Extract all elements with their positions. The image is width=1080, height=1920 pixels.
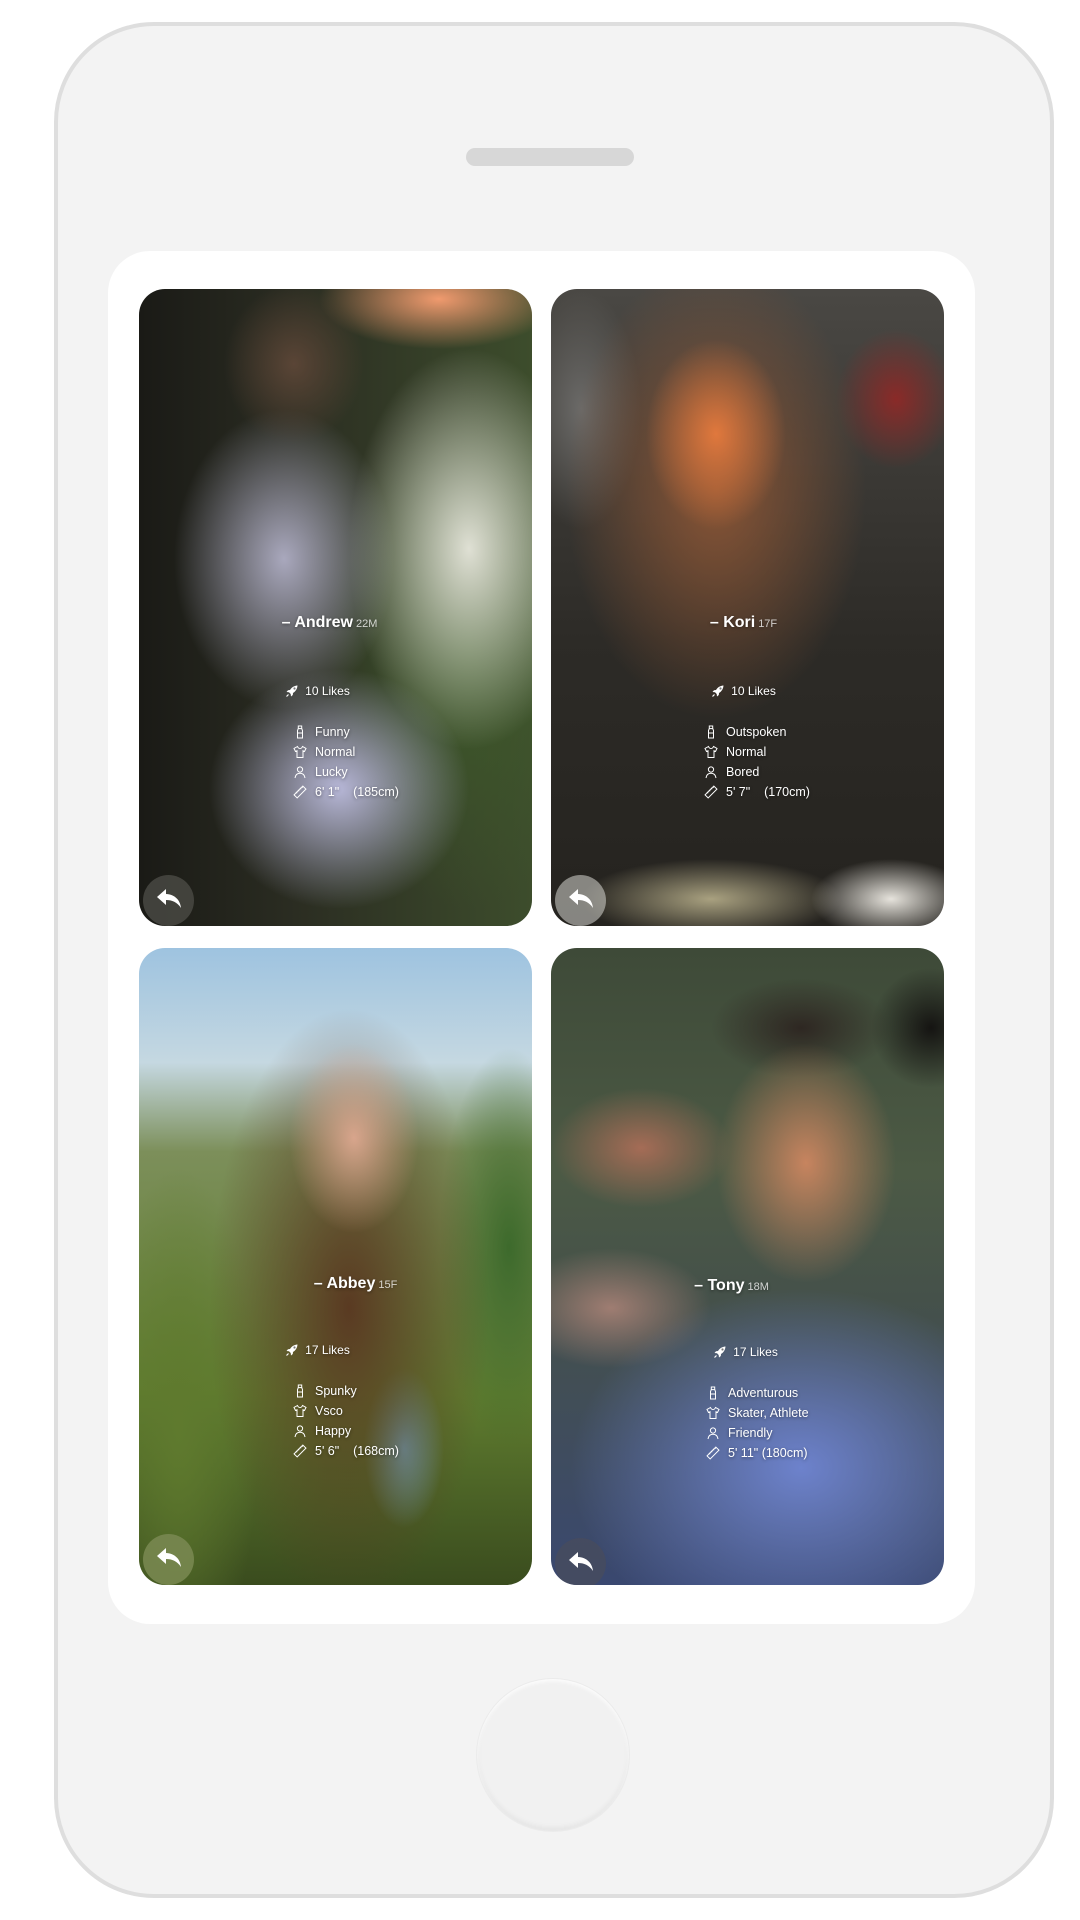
phone-speaker <box>466 148 634 166</box>
profile-age-gender: 15F <box>378 1279 398 1291</box>
attr-style: Normal <box>704 742 810 762</box>
likes-label: 17 Likes <box>305 1343 350 1357</box>
attr-mood: Friendly <box>706 1423 809 1443</box>
shirt-icon <box>704 745 718 759</box>
likes-label: 17 Likes <box>733 1345 778 1359</box>
profile-name-line: – Andrew 22M <box>139 613 526 634</box>
ruler-icon <box>293 1444 307 1458</box>
phone-frame: – Andrew 22M 10 Likes Funny Normal Lucky … <box>54 22 1054 1898</box>
profile-card-andrew[interactable]: – Andrew 22M 10 Likes Funny Normal Lucky … <box>139 289 532 926</box>
home-button[interactable] <box>477 1679 629 1831</box>
person-icon <box>704 765 718 779</box>
profile-info: – Andrew 22M 10 Likes Funny Normal Lucky … <box>139 289 532 926</box>
attr-height: 6' 1" (185cm) <box>293 782 399 802</box>
profile-name: – Abbey <box>313 1275 376 1292</box>
attr-personality: Funny <box>293 722 399 742</box>
likes-count: 10 Likes <box>139 683 514 699</box>
shirt-icon <box>293 1404 307 1418</box>
profile-name: – Tony <box>694 1277 745 1294</box>
rocket-icon <box>285 684 299 698</box>
profile-card-tony[interactable]: – Tony 18M 17 Likes Adventurous Skater, A… <box>551 948 944 1585</box>
likes-label: 10 Likes <box>731 684 776 698</box>
attr-personality: Adventurous <box>706 1383 809 1403</box>
profile-info: – Kori 17F 10 Likes Outspoken Normal Bore… <box>551 289 944 926</box>
attr-style: Normal <box>293 742 399 762</box>
attr-style: Skater, Athlete <box>706 1403 809 1423</box>
reply-button[interactable] <box>143 875 194 926</box>
profile-name: – Andrew <box>281 614 353 631</box>
attr-style: Vsco <box>293 1401 399 1421</box>
reply-arrow-icon <box>566 1546 596 1581</box>
phone-screen: – Andrew 22M 10 Likes Funny Normal Lucky … <box>108 251 975 1624</box>
bottle-icon <box>293 725 307 739</box>
attr-personality: Outspoken <box>704 722 810 742</box>
reply-arrow-icon <box>154 883 184 918</box>
attr-personality: Spunky <box>293 1381 399 1401</box>
profile-name-line: – Abbey 15F <box>159 1274 532 1295</box>
profile-name: – Kori <box>709 614 756 631</box>
rocket-icon <box>711 684 725 698</box>
person-icon <box>293 1424 307 1438</box>
reply-arrow-icon <box>566 883 596 918</box>
profile-attributes: Spunky Vsco Happy 5' 6" (168cm) <box>293 1381 399 1461</box>
person-icon <box>706 1426 720 1440</box>
ruler-icon <box>293 785 307 799</box>
profile-card-kori[interactable]: – Kori 17F 10 Likes Outspoken Normal Bore… <box>551 289 944 926</box>
profile-attributes: Outspoken Normal Bored 5' 7" (170cm) <box>704 722 810 802</box>
rocket-icon <box>285 1343 299 1357</box>
profile-info: – Abbey 15F 17 Likes Spunky Vsco Happy 5'… <box>139 948 532 1585</box>
attr-mood: Lucky <box>293 762 399 782</box>
shirt-icon <box>293 745 307 759</box>
bottle-icon <box>293 1384 307 1398</box>
bottle-icon <box>704 725 718 739</box>
attr-height: 5' 6" (168cm) <box>293 1441 399 1461</box>
likes-label: 10 Likes <box>305 684 350 698</box>
attr-mood: Happy <box>293 1421 399 1441</box>
person-icon <box>293 765 307 779</box>
profile-name-line: – Kori 17F <box>551 613 940 634</box>
reply-button[interactable] <box>555 875 606 926</box>
reply-button[interactable] <box>143 1534 194 1585</box>
profile-attributes: Adventurous Skater, Athlete Friendly 5' … <box>706 1383 809 1463</box>
reply-arrow-icon <box>154 1542 184 1577</box>
profile-card-abbey[interactable]: – Abbey 15F 17 Likes Spunky Vsco Happy 5'… <box>139 948 532 1585</box>
attr-height: 5' 7" (170cm) <box>704 782 810 802</box>
shirt-icon <box>706 1406 720 1420</box>
ruler-icon <box>706 1446 720 1460</box>
reply-button[interactable] <box>555 1538 606 1585</box>
profile-name-line: – Tony 18M <box>551 1276 928 1297</box>
likes-count: 10 Likes <box>551 683 940 699</box>
profile-info: – Tony 18M 17 Likes Adventurous Skater, A… <box>551 948 944 1585</box>
attr-height: 5' 11" (180cm) <box>706 1443 809 1463</box>
bottle-icon <box>706 1386 720 1400</box>
likes-count: 17 Likes <box>551 1344 942 1360</box>
ruler-icon <box>704 785 718 799</box>
profile-attributes: Funny Normal Lucky 6' 1" (185cm) <box>293 722 399 802</box>
profile-age-gender: 18M <box>747 1281 769 1293</box>
attr-mood: Bored <box>704 762 810 782</box>
rocket-icon <box>713 1345 727 1359</box>
likes-count: 17 Likes <box>139 1342 514 1358</box>
profile-age-gender: 22M <box>356 618 378 630</box>
profile-age-gender: 17F <box>758 618 778 630</box>
